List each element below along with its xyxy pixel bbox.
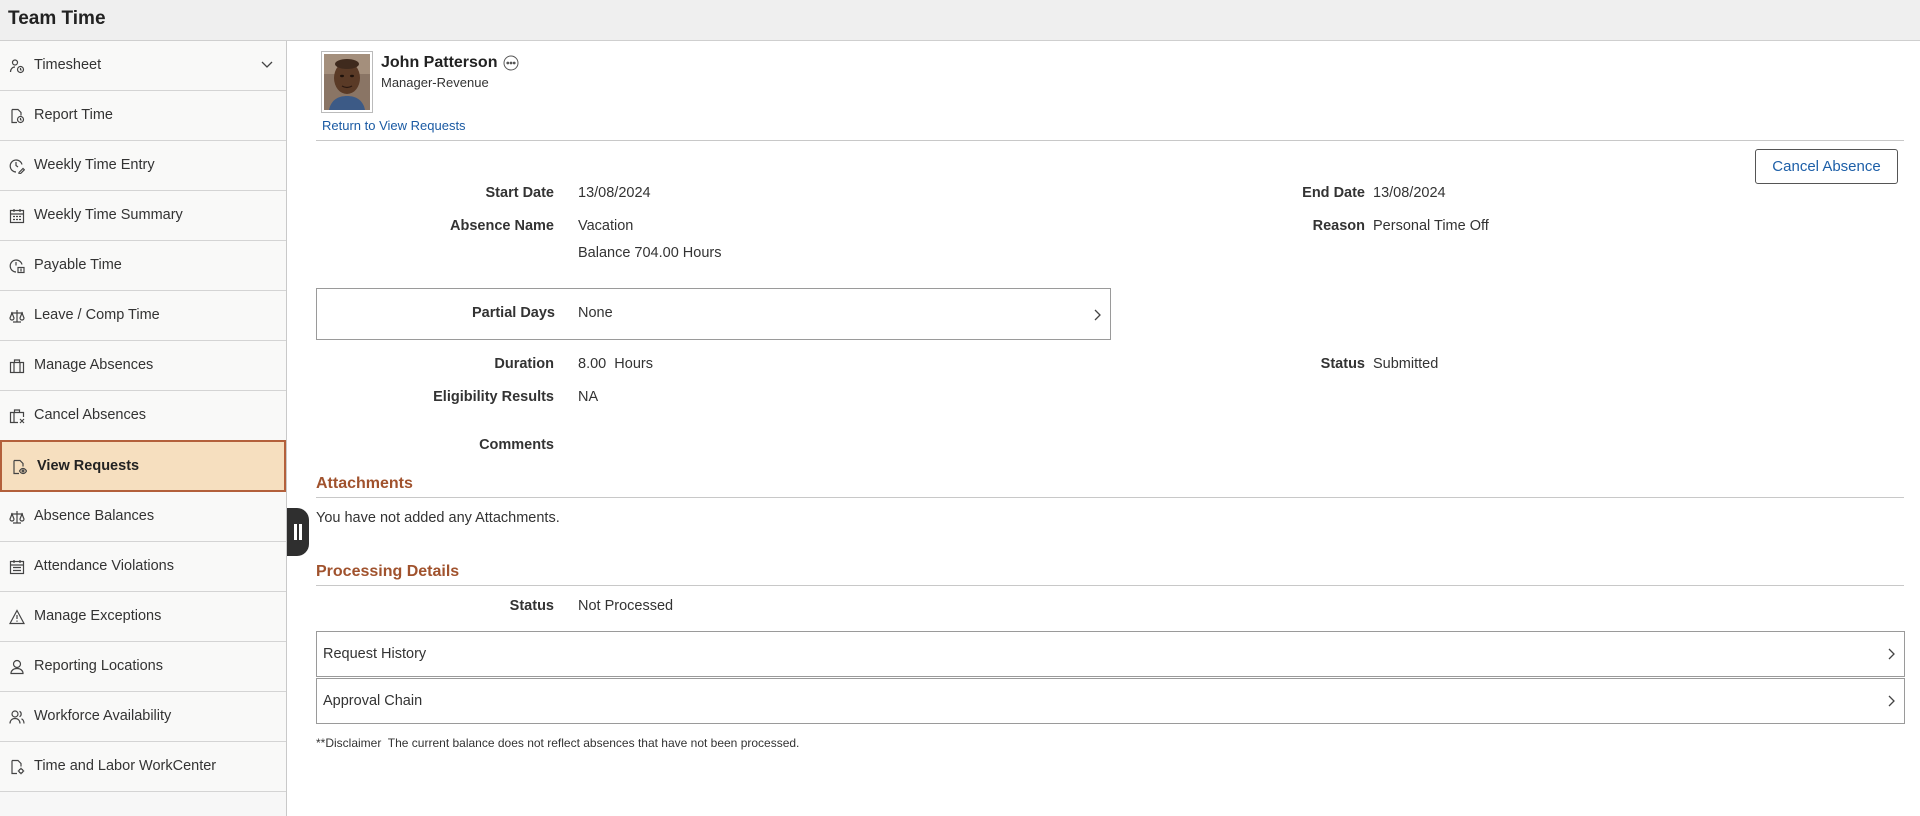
sidebar-item-payable-time[interactable]: Payable Time — [0, 241, 286, 291]
sidebar-item-workforce-availability[interactable]: Workforce Availability — [0, 692, 286, 742]
chevron-right-icon — [1884, 694, 1898, 708]
sidebar-item-label: Absence Balances — [34, 508, 155, 524]
sidebar-item-manage-exceptions[interactable]: Manage Exceptions — [0, 592, 286, 642]
absence-name-label: Absence Name — [450, 218, 554, 234]
status-value: Submitted — [1373, 356, 1439, 372]
warning-icon — [9, 609, 25, 625]
chevron-down-icon[interactable] — [260, 57, 274, 71]
reason-value: Personal Time Off — [1373, 218, 1489, 234]
sidebar-item-label: Weekly Time Summary — [34, 207, 183, 223]
end-date-label: End Date — [1302, 185, 1365, 201]
document-view-icon — [11, 459, 27, 475]
status-label: Status — [1320, 356, 1365, 372]
sidebar-item-label: Payable Time — [34, 257, 122, 273]
briefcase-cancel-icon — [9, 408, 25, 424]
sidebar-item-label: Cancel Absences — [34, 407, 147, 423]
comments-label: Comments — [479, 437, 554, 453]
document-gear-icon — [9, 759, 25, 775]
more-options-icon[interactable] — [503, 55, 519, 71]
employee-photo — [321, 51, 373, 113]
partial-days-label: Partial Days — [471, 305, 555, 321]
briefcase-icon — [9, 358, 25, 374]
attachments-empty-text: You have not added any Attachments. — [316, 510, 560, 526]
person-location-icon — [9, 659, 25, 675]
people-icon — [9, 709, 25, 725]
person-clock-icon — [9, 58, 25, 74]
sidebar-item-attendance-violations[interactable]: Attendance Violations — [0, 542, 286, 592]
main-content: John Patterson Manager-Revenue Return to… — [287, 41, 1920, 816]
sidebar-item-reporting-locations[interactable]: Reporting Locations — [0, 642, 286, 692]
scale-icon — [9, 308, 25, 324]
avatar — [324, 54, 370, 110]
sidebar-item-timesheet[interactable]: Timesheet — [0, 41, 286, 91]
sidebar-item-weekly-time-summary[interactable]: Weekly Time Summary — [0, 191, 286, 241]
sidebar-item-time-labor-workcenter[interactable]: Time and Labor WorkCenter — [0, 742, 286, 792]
sidebar-item-label: Report Time — [34, 107, 113, 123]
document-clock-icon — [9, 108, 25, 124]
sidebar-item-label: Manage Absences — [34, 357, 154, 373]
start-date-label: Start Date — [485, 185, 555, 201]
sidebar-item-report-time[interactable]: Report Time — [0, 91, 286, 141]
chevron-right-icon — [1884, 647, 1898, 661]
absence-name-value: Vacation — [578, 218, 634, 234]
partial-days-row[interactable]: Partial Days None — [316, 288, 1111, 340]
divider — [316, 585, 1904, 586]
processing-details-title: Processing Details — [316, 563, 460, 580]
duration-label: Duration — [494, 356, 554, 372]
clock-pencil-icon — [9, 158, 25, 174]
employee-name: John Patterson — [381, 54, 498, 71]
sidebar-item-label: Time and Labor WorkCenter — [34, 758, 217, 774]
sidebar-item-view-requests[interactable]: View Requests — [0, 440, 286, 492]
calendar-icon — [9, 559, 25, 575]
partial-days-value: None — [578, 305, 613, 321]
chevron-right-icon — [1090, 308, 1104, 322]
processing-status-value: Not Processed — [578, 598, 674, 614]
sidebar-item-label: Timesheet — [34, 57, 102, 73]
scale-icon — [9, 509, 25, 525]
calendar-grid-icon — [9, 208, 25, 224]
app-header: Team Time — [0, 0, 1920, 41]
cancel-absence-button[interactable]: Cancel Absence — [1755, 149, 1898, 184]
sidebar-item-label: Weekly Time Entry — [34, 157, 155, 173]
employee-job-title: Manager-Revenue — [381, 75, 489, 90]
balance-text: Balance 704.00 Hours — [578, 245, 722, 261]
duration-value: 8.00 Hours — [578, 356, 653, 372]
sidebar-item-manage-absences[interactable]: Manage Absences — [0, 341, 286, 391]
app-title: Team Time — [8, 8, 106, 29]
sidebar-item-cancel-absences[interactable]: Cancel Absences — [0, 391, 286, 441]
start-date-value: 13/08/2024 — [578, 185, 651, 201]
sidebar-item-label: Manage Exceptions — [34, 608, 162, 624]
return-to-view-requests-link[interactable]: Return to View Requests — [322, 118, 466, 133]
clock-money-icon — [9, 258, 25, 274]
approval-chain-row[interactable]: Approval Chain — [316, 678, 1905, 724]
request-history-label: Request History — [323, 646, 427, 662]
sidebar-item-label: Leave / Comp Time — [34, 307, 160, 323]
disclaimer-text: **Disclaimer The current balance does no… — [316, 736, 800, 750]
divider — [316, 497, 1904, 498]
eligibility-results-value: NA — [578, 389, 599, 405]
sidebar-item-label: Workforce Availability — [34, 708, 172, 724]
sidebar-item-label: Reporting Locations — [34, 658, 163, 674]
divider — [316, 140, 1904, 141]
eligibility-results-label: Eligibility Results — [433, 389, 554, 405]
sidebar-nav: Timesheet Report Time Weekly Time Entry … — [0, 41, 287, 816]
reason-label: Reason — [1312, 218, 1365, 234]
sidebar-item-weekly-time-entry[interactable]: Weekly Time Entry — [0, 141, 286, 191]
sidebar-item-label: Attendance Violations — [34, 558, 175, 574]
sidebar-item-label: View Requests — [37, 458, 140, 474]
sidebar-item-absence-balances[interactable]: Absence Balances — [0, 492, 286, 542]
approval-chain-label: Approval Chain — [323, 693, 423, 709]
end-date-value: 13/08/2024 — [1373, 185, 1446, 201]
sidebar-item-leave-comp-time[interactable]: Leave / Comp Time — [0, 291, 286, 341]
attachments-title: Attachments — [316, 475, 413, 492]
processing-status-label: Status — [509, 598, 554, 614]
request-history-row[interactable]: Request History — [316, 631, 1905, 677]
